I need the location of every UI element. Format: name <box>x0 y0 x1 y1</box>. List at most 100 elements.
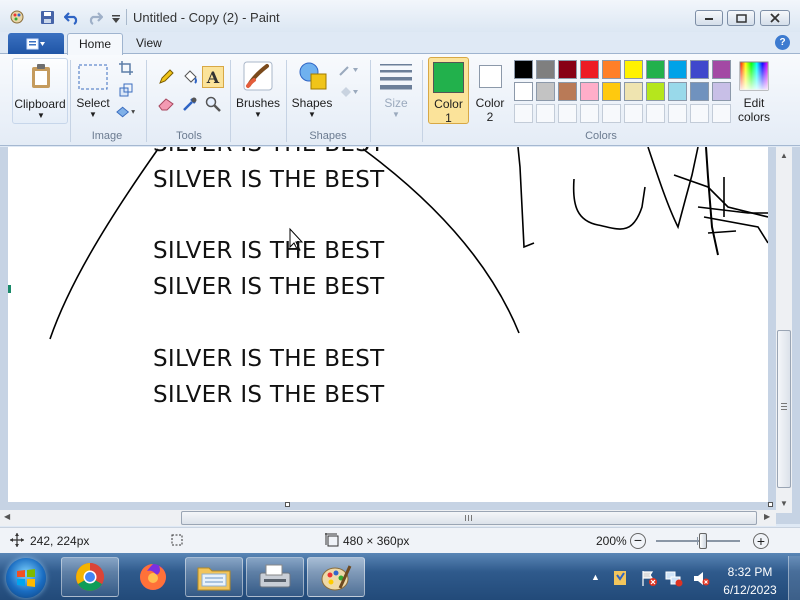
scroll-left-icon[interactable]: ◀ <box>4 512 10 521</box>
size-button[interactable]: Size ▼ <box>375 58 417 124</box>
zoom-slider[interactable] <box>656 533 740 549</box>
shapes-button[interactable]: Shapes ▼ <box>289 58 335 124</box>
show-desktop-button[interactable] <box>788 556 800 600</box>
palette-custom-slot[interactable] <box>514 104 533 123</box>
resize-icon[interactable] <box>115 80 136 100</box>
taskbar-clock-time[interactable]: 8:32 PM <box>718 565 782 579</box>
zoom-out-button[interactable]: − <box>630 533 646 549</box>
palette-color-swatch[interactable] <box>580 82 599 101</box>
maximize-button[interactable] <box>727 10 755 26</box>
close-button[interactable] <box>760 10 790 26</box>
select-button[interactable]: Select ▼ <box>72 58 114 124</box>
resize-handle-corner[interactable] <box>768 502 773 507</box>
taskbar-clock-date[interactable]: 6/12/2023 <box>716 583 784 597</box>
horizontal-scrollbar[interactable]: ◀ ▶ <box>0 510 776 526</box>
magnifier-icon[interactable] <box>202 94 223 114</box>
color1-button[interactable]: Color 1 <box>428 57 469 125</box>
taskbar-fax-scan[interactable] <box>246 557 304 597</box>
palette-custom-slot[interactable] <box>624 104 643 123</box>
scroll-right-icon[interactable]: ▶ <box>764 512 770 521</box>
edit-colors-label-2: colors <box>737 110 770 124</box>
tab-view[interactable]: View <box>125 33 173 55</box>
outline-icon[interactable] <box>336 60 362 80</box>
fill-icon[interactable] <box>179 67 200 87</box>
image-group-label: Image <box>91 130 123 142</box>
palette-color-swatch[interactable] <box>602 82 621 101</box>
drawing-canvas[interactable]: SILVER IS THE BEST SILVER IS THE BEST SI… <box>8 147 768 502</box>
horizontal-scroll-thumb[interactable] <box>181 511 757 525</box>
eraser-icon[interactable] <box>155 94 176 114</box>
file-explorer-icon <box>197 567 231 591</box>
palette-custom-slot[interactable] <box>602 104 621 123</box>
show-hidden-icons-icon[interactable]: ▲ <box>591 572 600 582</box>
chrome-icon <box>76 563 104 591</box>
palette-color-swatch[interactable] <box>624 60 643 79</box>
palette-color-swatch[interactable] <box>558 82 577 101</box>
help-button[interactable]: ? <box>775 35 790 50</box>
palette-custom-slot[interactable] <box>712 104 731 123</box>
edit-colors-icon <box>739 61 769 91</box>
canvas-size: 480 × 360px <box>343 534 410 548</box>
paint-menu-button[interactable] <box>8 33 64 54</box>
redo-icon[interactable] <box>86 9 103 26</box>
tray-volume-icon[interactable] <box>692 570 710 590</box>
taskbar-file-explorer[interactable] <box>185 557 243 597</box>
palette-color-swatch[interactable] <box>646 82 665 101</box>
save-icon[interactable] <box>39 9 56 26</box>
palette-color-swatch[interactable] <box>690 82 709 101</box>
palette-custom-slot[interactable] <box>580 104 599 123</box>
palette-color-swatch[interactable] <box>712 82 731 101</box>
scroll-down-icon[interactable]: ▼ <box>780 499 788 508</box>
vertical-scrollbar[interactable]: ▲ ▼ <box>776 147 792 513</box>
fill-style-icon[interactable] <box>336 82 362 102</box>
palette-custom-slot[interactable] <box>558 104 577 123</box>
palette-color-swatch[interactable] <box>712 60 731 79</box>
palette-color-swatch[interactable] <box>536 82 555 101</box>
minimize-button[interactable] <box>695 10 723 26</box>
select-rectangle-icon <box>78 64 108 90</box>
crop-icon[interactable] <box>115 58 136 78</box>
palette-color-swatch[interactable] <box>668 82 687 101</box>
taskbar-paint[interactable] <box>307 557 365 597</box>
rotate-icon[interactable] <box>115 102 136 122</box>
clipboard-button[interactable]: Clipboard ▼ <box>12 58 68 124</box>
color-picker-icon[interactable] <box>179 94 200 114</box>
palette-color-swatch[interactable] <box>536 60 555 79</box>
taskbar-firefox[interactable] <box>124 557 182 597</box>
vertical-scroll-thumb[interactable] <box>777 330 791 488</box>
palette-color-swatch[interactable] <box>514 60 533 79</box>
palette-color-swatch[interactable] <box>646 60 665 79</box>
palette-color-swatch[interactable] <box>690 60 709 79</box>
edit-colors-button[interactable]: Edit colors <box>734 58 774 124</box>
start-orb-icon[interactable] <box>6 558 46 598</box>
palette-custom-slot[interactable] <box>690 104 709 123</box>
palette-custom-slot[interactable] <box>668 104 687 123</box>
paint-app-icon[interactable] <box>8 8 25 25</box>
tray-network-icon[interactable] <box>665 570 683 590</box>
resize-handle-bottom[interactable] <box>285 502 290 507</box>
taskbar-chrome[interactable] <box>61 557 119 597</box>
scroll-up-icon[interactable]: ▲ <box>780 151 788 160</box>
palette-color-swatch[interactable] <box>624 82 643 101</box>
palette-color-swatch[interactable] <box>668 60 687 79</box>
zoom-in-button[interactable]: + <box>753 533 769 549</box>
tray-flag-icon[interactable] <box>640 570 658 590</box>
palette-custom-slot[interactable] <box>646 104 665 123</box>
palette-color-swatch[interactable] <box>580 60 599 79</box>
palette-color-swatch[interactable] <box>558 60 577 79</box>
tray-action-center-icon[interactable] <box>612 570 628 589</box>
palette-color-swatch[interactable] <box>514 82 533 101</box>
paint-menu-icon <box>26 38 45 49</box>
color2-button[interactable]: Color 2 <box>471 57 509 124</box>
palette-color-swatch[interactable] <box>602 60 621 79</box>
size-label: Size <box>384 96 408 110</box>
brushes-button[interactable]: Brushes ▼ <box>234 58 282 124</box>
palette-custom-slot[interactable] <box>536 104 555 123</box>
zoom-slider-thumb[interactable] <box>699 533 708 549</box>
text-icon[interactable]: A <box>202 66 224 88</box>
group-separator <box>422 60 423 142</box>
pencil-icon[interactable] <box>155 67 176 87</box>
tab-home[interactable]: Home <box>67 33 124 55</box>
undo-icon[interactable] <box>63 9 80 26</box>
customize-dropdown-icon[interactable] <box>107 10 124 27</box>
